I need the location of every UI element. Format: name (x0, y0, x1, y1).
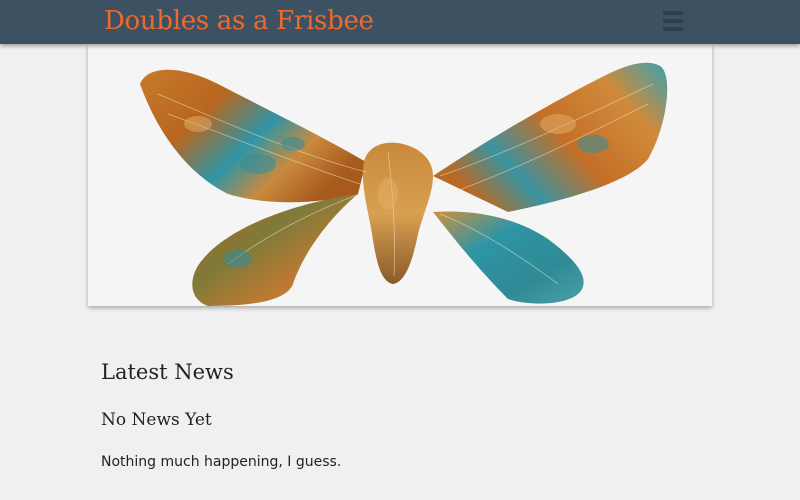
menu-bar (663, 11, 683, 15)
hamburger-menu-icon[interactable] (660, 10, 686, 34)
site-title-link[interactable]: Doubles as a Frisbee (104, 4, 374, 38)
latest-news-heading: Latest News (101, 360, 234, 384)
hero-banner (88, 44, 712, 306)
butterfly-painting-image (140, 62, 668, 306)
post-title: No News Yet (101, 410, 212, 430)
menu-bar (663, 27, 683, 31)
menu-bar (663, 19, 683, 23)
top-navbar: Doubles as a Frisbee (0, 0, 800, 44)
post-body: Nothing much happening, I guess. (101, 454, 342, 470)
news-section: Latest News No News Yet Nothing much hap… (101, 355, 701, 473)
